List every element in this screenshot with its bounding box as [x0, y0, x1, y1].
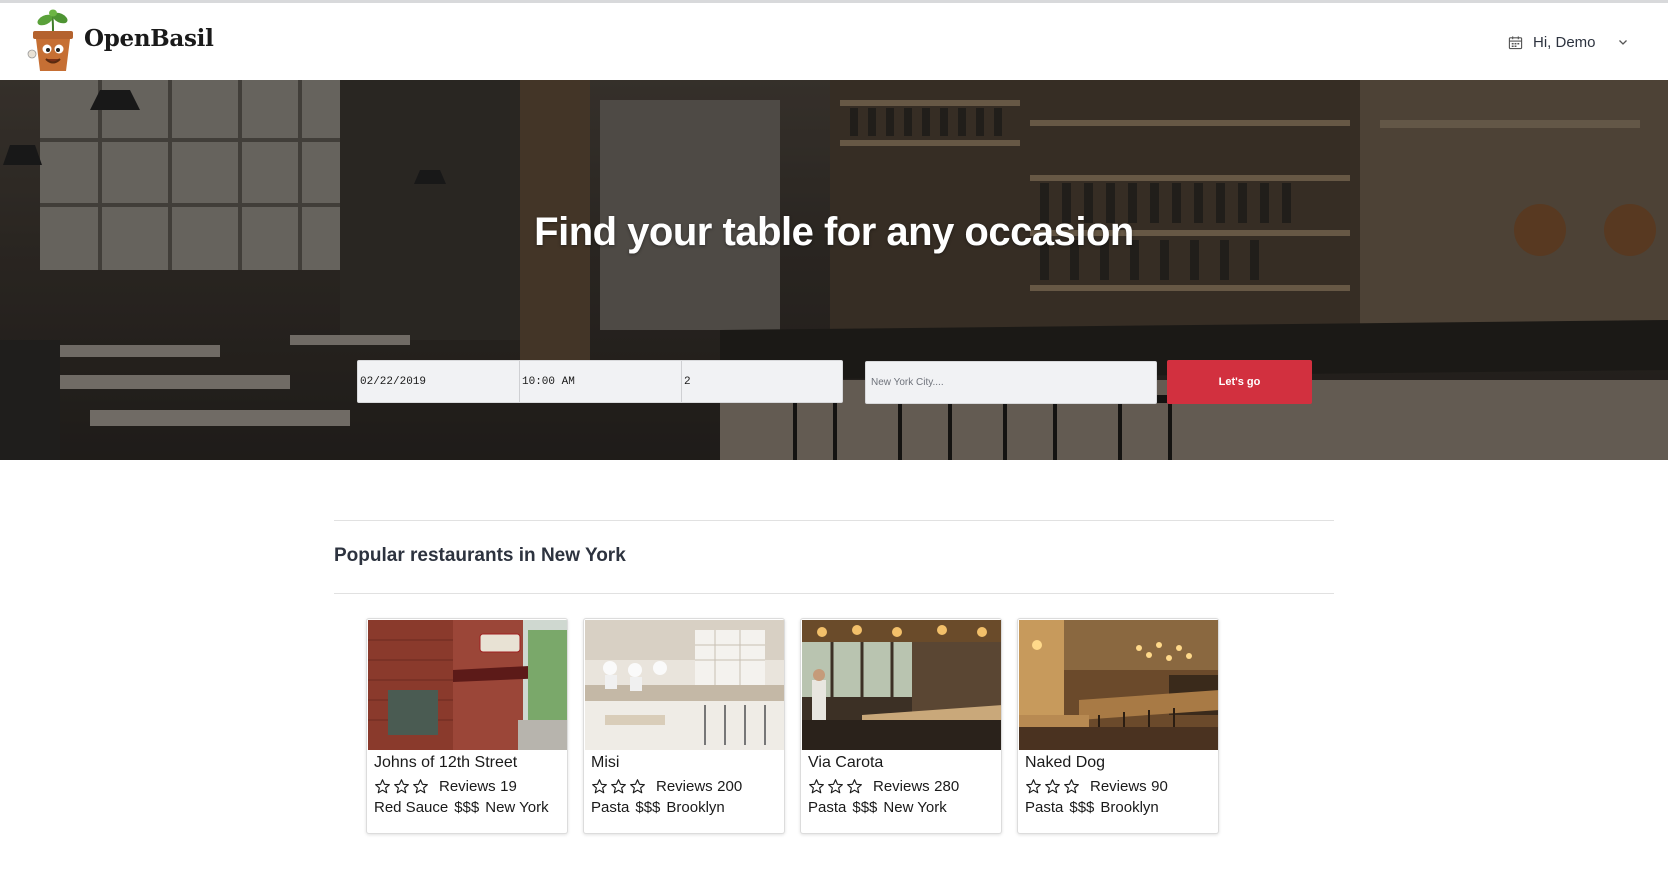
- user-greeting: Hi, Demo: [1533, 33, 1596, 51]
- restaurant-price: $$$: [1069, 799, 1095, 816]
- restaurant-cuisine: Red Sauce: [374, 799, 449, 816]
- restaurant-area: New York: [485, 799, 549, 816]
- reviews-count: 200: [717, 777, 743, 795]
- star-outline-icon: [592, 778, 607, 793]
- restaurant-cuisine: Pasta: [591, 799, 630, 816]
- reviews-count: 90: [1151, 777, 1168, 795]
- date-picker[interactable]: 02/22/2019: [358, 361, 520, 402]
- restaurant-area: Brooklyn: [1100, 799, 1159, 816]
- restaurant-name[interactable]: Johns of 12th Street: [374, 754, 517, 772]
- reviews-label: Reviews: [1090, 777, 1147, 795]
- hero-title: Find your table for any occasion: [534, 210, 1134, 254]
- section-divider-top: [334, 520, 1334, 521]
- brand-name[interactable]: OpenBasil: [84, 25, 214, 52]
- star-rating: [591, 778, 646, 795]
- star-outline-icon: [375, 778, 390, 793]
- restaurant-cuisine: Pasta: [808, 799, 847, 816]
- restaurant-photo: [802, 620, 1001, 750]
- restaurant-rating: Reviews 19: [374, 777, 517, 795]
- restaurant-price: $$$: [635, 799, 661, 816]
- restaurant-area: New York: [883, 799, 947, 816]
- reviews-label: Reviews: [656, 777, 713, 795]
- hero-banner: Find your table for any occasion 02/22/2…: [0, 80, 1668, 460]
- chevron-down-icon: [1618, 40, 1627, 45]
- star-outline-icon: [1045, 778, 1060, 793]
- star-outline-icon: [1026, 778, 1041, 793]
- hero-overlay: [0, 80, 1668, 460]
- lets-go-button[interactable]: Let's go: [1167, 360, 1312, 404]
- restaurant-card[interactable]: Johns of 12th Street Reviews 19 Red Sauc…: [366, 618, 568, 834]
- restaurant-name[interactable]: Naked Dog: [1025, 754, 1105, 772]
- reviews-count: 19: [500, 777, 517, 795]
- star-outline-icon: [611, 778, 626, 793]
- party-size-select[interactable]: 2: [682, 361, 842, 402]
- restaurant-photo: [368, 620, 567, 750]
- restaurant-card[interactable]: Misi Reviews 200 Pasta $$$ Brooklyn: [583, 618, 785, 834]
- restaurant-meta: Red Sauce $$$ New York: [374, 799, 555, 816]
- restaurant-price: $$$: [454, 799, 480, 816]
- restaurant-name[interactable]: Via Carota: [808, 754, 883, 772]
- popular-section-title: Popular restaurants in New York: [334, 545, 626, 566]
- star-outline-icon: [828, 778, 843, 793]
- restaurant-name[interactable]: Misi: [591, 754, 619, 772]
- restaurant-photo: [585, 620, 784, 750]
- restaurant-meta: Pasta $$$ Brooklyn: [1025, 799, 1165, 816]
- restaurant-rating: Reviews 90: [1025, 777, 1168, 795]
- potted-basil-logo[interactable]: [26, 9, 80, 75]
- reservation-picker: 02/22/2019 10:00 AM 2: [357, 360, 843, 403]
- star-rating: [374, 778, 429, 795]
- star-outline-icon: [394, 778, 409, 793]
- restaurant-rating: Reviews 200: [591, 777, 742, 795]
- star-outline-icon: [1064, 778, 1079, 793]
- restaurant-cuisine: Pasta: [1025, 799, 1064, 816]
- reviews-label: Reviews: [439, 777, 496, 795]
- site-header: OpenBasil Hi, Demo: [0, 3, 1668, 80]
- star-rating: [1025, 778, 1080, 795]
- reviews-label: Reviews: [873, 777, 930, 795]
- star-outline-icon: [413, 778, 428, 793]
- star-outline-icon: [809, 778, 824, 793]
- section-divider-bottom: [334, 593, 1334, 594]
- restaurant-rating: Reviews 280: [808, 777, 959, 795]
- restaurant-photo: [1019, 620, 1218, 750]
- calendar-icon: [1508, 35, 1523, 49]
- location-search-input[interactable]: New York City....: [865, 361, 1157, 404]
- reviews-count: 280: [934, 777, 960, 795]
- restaurant-meta: Pasta $$$ Brooklyn: [591, 799, 731, 816]
- restaurant-card[interactable]: Via Carota Reviews 280 Pasta $$$ New York: [800, 618, 1002, 834]
- restaurant-price: $$$: [852, 799, 878, 816]
- restaurant-meta: Pasta $$$ New York: [808, 799, 953, 816]
- user-menu[interactable]: Hi, Demo: [1508, 30, 1628, 54]
- star-outline-icon: [847, 778, 862, 793]
- restaurant-card[interactable]: Naked Dog Reviews 90 Pasta $$$ Brooklyn: [1017, 618, 1219, 834]
- restaurant-area: Brooklyn: [666, 799, 725, 816]
- star-outline-icon: [630, 778, 645, 793]
- time-picker[interactable]: 10:00 AM: [520, 361, 682, 402]
- star-rating: [808, 778, 863, 795]
